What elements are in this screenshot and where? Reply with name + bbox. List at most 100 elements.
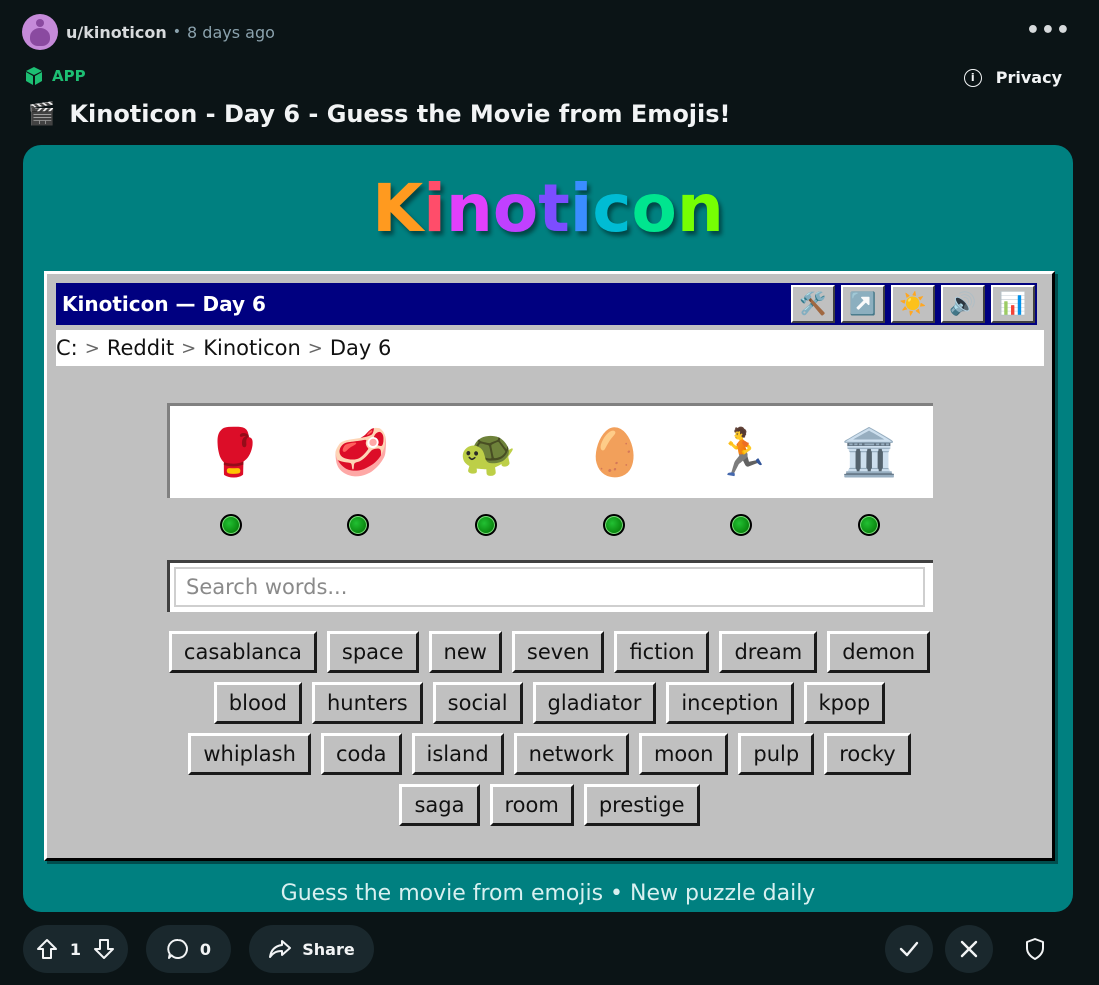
post-header: u/kinoticon • 8 days ago: [22, 12, 275, 52]
word-chip[interactable]: blood: [213, 682, 302, 724]
logo-letter: t: [538, 170, 570, 247]
runner-emoji: 🏃: [713, 424, 771, 479]
checkmark-icon: [899, 941, 919, 957]
share-button[interactable]: Share: [249, 925, 374, 973]
remove-button[interactable]: [945, 925, 993, 973]
info-icon: i: [963, 68, 982, 87]
word-chip[interactable]: casablanca: [168, 631, 317, 673]
external-link-icon[interactable]: ↗️: [841, 285, 885, 323]
status-dot: [602, 514, 625, 536]
word-chip[interactable]: new: [428, 631, 502, 673]
cube-icon: [26, 67, 42, 85]
breadcrumb-separator: >: [84, 337, 100, 359]
word-chip[interactable]: island: [411, 733, 504, 775]
shield-icon: [1026, 938, 1044, 960]
vote-control: 1: [23, 925, 128, 973]
word-chip[interactable]: network: [513, 733, 629, 775]
post-title[interactable]: 🎬 Kinoticon - Day 6 - Guess the Movie fr…: [28, 100, 730, 128]
breadcrumb-separator: >: [307, 337, 323, 359]
share-icon: [269, 940, 292, 958]
mod-actions: [873, 925, 1059, 973]
kinoticon-logo: Kinoticon: [23, 170, 1073, 247]
word-chip[interactable]: moon: [638, 733, 729, 775]
turtle-emoji: 🐢: [459, 424, 517, 479]
logo-letter: i: [569, 170, 593, 247]
window-title: Kinoticon — Day 6: [62, 292, 266, 316]
comment-count: 0: [199, 939, 212, 959]
logo-letter: c: [592, 170, 632, 247]
vote-count: 1: [69, 939, 82, 959]
app-window: Kinoticon — Day 6 🛠️ ↗️ ☀️ 🔊 📊 C: > Reddit > Kin…: [44, 271, 1055, 861]
logo-letter: i: [423, 170, 446, 247]
comments-button[interactable]: 0: [146, 925, 231, 973]
breadcrumb-item[interactable]: Kinoticon: [203, 336, 301, 360]
clapperboard-icon: 🎬: [28, 101, 56, 127]
breadcrumb-separator: >: [181, 337, 197, 359]
status-dot: [475, 514, 498, 536]
logo-letter: o: [492, 170, 539, 247]
post-title-text: Kinoticon - Day 6 - Guess the Movie from…: [69, 100, 731, 128]
search-input[interactable]: [174, 567, 925, 607]
emoji-clue-panel: 🥊 🥩 🐢 🥚 🏃 🏛️: [167, 403, 933, 498]
upvote-icon[interactable]: [35, 937, 59, 961]
app-label: APP: [52, 67, 86, 85]
classical-building-emoji: 🏛️: [840, 424, 898, 479]
egg-emoji: 🥚: [586, 424, 644, 479]
action-bar: 1 0 Share: [23, 925, 392, 973]
word-chip[interactable]: hunters: [312, 682, 423, 724]
stats-icon[interactable]: 📊: [991, 285, 1035, 323]
mod-shield-button[interactable]: [1011, 925, 1059, 973]
share-label: Share: [302, 939, 355, 959]
word-chip[interactable]: gladiator: [532, 682, 657, 724]
username-link[interactable]: u/kinoticon: [66, 23, 167, 42]
word-chip[interactable]: fiction: [614, 631, 710, 673]
word-chip[interactable]: coda: [320, 733, 402, 775]
breadcrumb: C: > Reddit > Kinoticon > Day 6: [56, 330, 1044, 366]
post-time: 8 days ago: [187, 22, 275, 42]
more-options-icon[interactable]: •••: [1026, 18, 1071, 43]
word-chip[interactable]: pulp: [738, 733, 815, 775]
user-avatar[interactable]: [22, 14, 58, 50]
word-bank: casablanca space new seven fiction dream demon…: [152, 631, 947, 835]
logo-letter: n: [445, 170, 493, 247]
breadcrumb-item[interactable]: C:: [56, 336, 78, 360]
word-chip[interactable]: seven: [511, 631, 605, 673]
word-chip[interactable]: dream: [719, 631, 818, 673]
status-dot: [858, 514, 881, 536]
word-chip[interactable]: social: [432, 682, 523, 724]
word-chip[interactable]: inception: [666, 682, 794, 724]
word-chip[interactable]: prestige: [583, 784, 700, 826]
status-dot: [219, 514, 242, 536]
boxing-glove-emoji: 🥊: [204, 424, 263, 479]
status-dot: [730, 514, 753, 536]
word-chip[interactable]: demon: [827, 631, 931, 673]
downvote-icon[interactable]: [92, 937, 116, 961]
search-box: [167, 560, 933, 612]
app-footer: Guess the movie from emojis • New puzzle…: [280, 881, 816, 906]
approve-button[interactable]: [885, 925, 933, 973]
status-dot: [347, 514, 370, 536]
app-badge: APP: [24, 66, 86, 86]
tools-icon[interactable]: 🛠️: [791, 285, 835, 323]
speaker-icon[interactable]: 🔊: [941, 285, 985, 323]
sun-icon[interactable]: ☀️: [891, 285, 935, 323]
privacy-label: Privacy: [995, 68, 1062, 87]
status-indicators: [167, 514, 933, 536]
word-chip[interactable]: rocky: [824, 733, 911, 775]
word-chip[interactable]: room: [489, 784, 574, 826]
word-chip[interactable]: saga: [399, 784, 480, 826]
snoo-icon: [30, 19, 50, 46]
word-chip[interactable]: whiplash: [188, 733, 311, 775]
app-card: Kinoticon Kinoticon — Day 6 🛠️ ↗️ ☀️ 🔊 📊 C: >…: [23, 145, 1073, 912]
privacy-button[interactable]: i Privacy: [963, 68, 1062, 87]
separator-dot: •: [172, 24, 182, 40]
steak-emoji: 🥩: [332, 424, 390, 479]
logo-letter: o: [631, 170, 677, 247]
logo-letter: n: [676, 170, 724, 247]
word-chip[interactable]: space: [326, 631, 419, 673]
comment-icon: [167, 938, 188, 959]
word-chip[interactable]: kpop: [803, 682, 886, 724]
breadcrumb-item: Day 6: [329, 336, 392, 360]
breadcrumb-item[interactable]: Reddit: [107, 336, 174, 360]
logo-letter: K: [372, 170, 424, 247]
